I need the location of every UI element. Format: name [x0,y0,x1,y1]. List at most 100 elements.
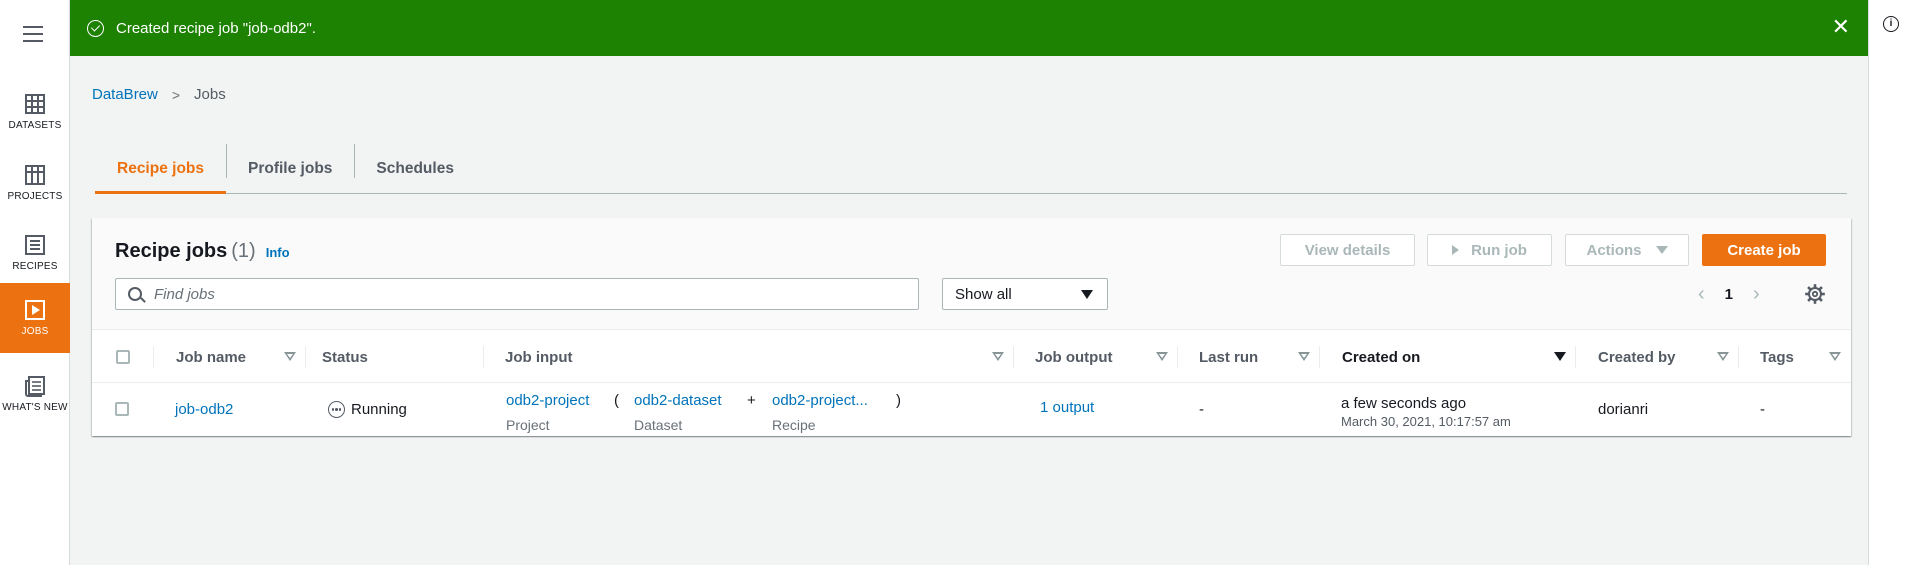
row-select-checkbox[interactable] [115,402,129,416]
column-label: Status [322,348,368,366]
list-icon [25,235,45,255]
close-icon[interactable]: ✕ [1832,14,1850,40]
sort-icon [1298,352,1310,361]
column-label: Job output [1035,348,1113,366]
actions-label: Actions [1586,241,1642,259]
open-paren: ( [614,392,619,409]
grid-icon [25,165,45,185]
find-jobs-search [115,278,919,310]
caret-down-icon [1655,246,1668,254]
tab-recipe-jobs[interactable]: Recipe jobs [95,144,226,194]
gear-icon[interactable] [1805,284,1825,304]
select-all-checkbox[interactable] [116,350,130,364]
play-icon [25,300,45,320]
table-header-area: Recipe jobs (1) Info View details Run job … [92,218,1851,329]
panel-title: Recipe jobs (1) Info [115,240,290,263]
view-details-button[interactable]: View details [1280,234,1415,266]
row-select-cell [115,402,129,416]
column-header-last-run[interactable]: Last run [1178,330,1320,384]
created-on-timestamp: March 30, 2021, 10:17:57 am [1341,414,1511,429]
actions-dropdown-button[interactable]: Actions [1565,234,1689,266]
column-label: Last run [1199,348,1259,366]
tab-schedules[interactable]: Schedules [354,144,476,194]
nav-item-label: PROJECTS [7,191,63,202]
input-recipe-type: Recipe [772,417,816,433]
chevron-right-icon[interactable]: › [1743,283,1770,306]
in-progress-icon [328,401,345,418]
create-job-button[interactable]: Create job [1702,234,1826,266]
column-header-created-by[interactable]: Created by [1576,330,1739,384]
sort-icon [1156,352,1168,361]
breadcrumb: DataBrew > Jobs [92,86,226,103]
table-icon [25,94,45,114]
last-run-value: - [1199,401,1204,418]
status-text: Running [351,401,407,418]
input-project-type: Project [506,417,550,433]
job-type-tabs: Recipe jobs Profile jobs Schedules [95,144,1847,194]
nav-item-jobs[interactable]: JOBS [0,283,70,353]
column-header-status[interactable]: Status [306,330,484,384]
column-header-job-name[interactable]: Job name [154,330,306,384]
created-by-value: dorianri [1598,401,1649,418]
nav-item-whats-new[interactable]: WHAT'S NEW [0,360,70,428]
job-count: (1) [231,240,256,262]
close-paren: ) [896,392,901,409]
flash-message: Created recipe job "job-odb2". [116,19,316,37]
check-circle-icon [87,19,104,37]
help-panel-strip: i [1868,0,1912,565]
success-flash-banner: Created recipe job "job-odb2". ✕ [70,0,1868,56]
nav-item-label: DATASETS [8,120,62,131]
created-on-relative: a few seconds ago [1341,395,1467,412]
tags-value: - [1760,401,1765,418]
input-dataset-link[interactable]: odb2-dataset [634,392,722,409]
table-header-row: Job name Status Job input Job output Las… [92,329,1851,383]
sort-icon [992,352,1004,361]
column-label: Job name [176,348,247,366]
info-link[interactable]: Info [266,245,290,260]
table-row[interactable]: job-odb2 Running odb2-project Project ( … [92,383,1851,436]
input-recipe-link[interactable]: odb2-project... [772,392,868,409]
chevron-left-icon[interactable]: ‹ [1688,283,1715,306]
job-name-link[interactable]: job-odb2 [175,401,233,418]
input-project-link[interactable]: odb2-project [506,392,589,409]
nav-item-recipes[interactable]: RECIPES [0,219,70,287]
recipe-jobs-table-container: Recipe jobs (1) Info View details Run job … [92,218,1851,436]
column-header-job-output[interactable]: Job output [1014,330,1178,384]
column-header-tags[interactable]: Tags [1739,330,1851,384]
create-job-label: Create job [1727,241,1801,259]
sort-icon [1717,352,1729,361]
news-icon [25,376,45,397]
column-header-created-on[interactable]: Created on [1320,330,1576,384]
status-cell: Running [328,401,407,418]
breadcrumb-databrew-link[interactable]: DataBrew [92,86,158,103]
run-job-label: Run job [1471,241,1527,259]
run-job-button[interactable]: Run job [1427,234,1552,266]
plus-sign: + [747,392,756,409]
pagination: ‹ 1 › [1688,278,1770,310]
sort-icon [1829,352,1841,361]
caret-down-icon [1081,290,1093,299]
nav-item-projects[interactable]: PROJECTS [0,149,70,217]
search-input[interactable] [154,285,894,303]
job-output-link[interactable]: 1 output [1040,399,1094,416]
side-nav-rail: DATASETS PROJECTS RECIPES JOBS WHAT'S NE… [0,0,70,565]
breadcrumb-current: Jobs [194,86,226,103]
status-filter-value: Show all [955,285,1012,303]
current-page[interactable]: 1 [1715,286,1743,303]
select-all-cell [92,330,154,384]
sort-icon [284,352,296,361]
nav-item-label: JOBS [21,326,49,337]
tab-profile-jobs[interactable]: Profile jobs [226,144,354,194]
column-label: Tags [1760,348,1794,366]
view-details-label: View details [1304,241,1391,259]
search-icon [128,287,142,301]
nav-item-datasets[interactable]: DATASETS [0,78,70,146]
column-label: Job input [505,348,573,366]
column-header-job-input[interactable]: Job input [484,330,1014,384]
column-label: Created by [1598,348,1676,366]
play-icon [1452,245,1460,255]
input-dataset-type: Dataset [634,417,683,433]
info-icon[interactable]: i [1883,16,1899,32]
status-filter-select[interactable]: Show all [942,278,1108,310]
hamburger-menu-icon[interactable] [23,26,43,42]
